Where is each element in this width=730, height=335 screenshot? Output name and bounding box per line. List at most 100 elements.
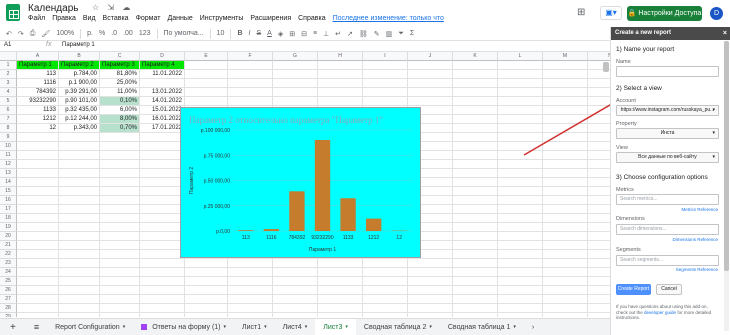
grid-cell[interactable]: 93232290 <box>17 97 59 106</box>
grid-cell[interactable]: 15.01.2022 <box>140 106 185 115</box>
grid-cell[interactable] <box>363 295 408 304</box>
grid-cell[interactable] <box>228 61 273 70</box>
grid-cell[interactable] <box>363 61 408 70</box>
column-header-i[interactable]: I <box>363 52 408 61</box>
row-header[interactable]: 7 <box>0 115 17 124</box>
grid-cell[interactable] <box>498 277 543 286</box>
grid-cell[interactable] <box>17 277 59 286</box>
currency-format-button[interactable]: р. <box>87 30 93 37</box>
grid-cell[interactable] <box>140 277 185 286</box>
row-header[interactable]: 5 <box>0 97 17 106</box>
column-header-j[interactable]: J <box>408 52 453 61</box>
grid-cell[interactable] <box>588 133 610 142</box>
grid-cell[interactable] <box>140 259 185 268</box>
grid-cell[interactable] <box>453 115 498 124</box>
grid-cell[interactable] <box>498 178 543 187</box>
grid-cell[interactable] <box>453 205 498 214</box>
grid-cell[interactable] <box>185 286 228 295</box>
grid-cell[interactable] <box>588 304 610 313</box>
grid-cell[interactable] <box>453 142 498 151</box>
grid-cell[interactable] <box>498 250 543 259</box>
column-header-f[interactable]: F <box>228 52 273 61</box>
grid-cell[interactable] <box>17 295 59 304</box>
grid-cell[interactable] <box>17 142 59 151</box>
grid-cell[interactable] <box>17 241 59 250</box>
grid-cell[interactable] <box>543 313 588 317</box>
grid-cell[interactable] <box>588 286 610 295</box>
document-title[interactable]: Календарь <box>28 3 78 14</box>
grid-cell[interactable] <box>100 160 140 169</box>
sheets-logo[interactable] <box>6 4 20 21</box>
row-header[interactable]: 22 <box>0 250 17 259</box>
tabs-next-button[interactable]: › <box>524 319 542 335</box>
increase-decimal-button[interactable]: .00 <box>123 30 133 37</box>
row-header[interactable]: 12 <box>0 160 17 169</box>
grid-cell[interactable] <box>408 70 453 79</box>
grid-cell[interactable] <box>453 241 498 250</box>
grid-cell[interactable] <box>498 205 543 214</box>
grid-cell[interactable] <box>543 142 588 151</box>
close-icon[interactable]: × <box>723 27 727 40</box>
grid-cell[interactable] <box>318 286 363 295</box>
grid-cell[interactable] <box>453 232 498 241</box>
row-header[interactable]: 14 <box>0 178 17 187</box>
grid-cell[interactable] <box>140 79 185 88</box>
select-all-corner[interactable] <box>0 52 17 61</box>
grid-cell[interactable] <box>498 232 543 241</box>
row-header[interactable]: 21 <box>0 241 17 250</box>
grid-cell[interactable] <box>498 223 543 232</box>
grid-cell[interactable] <box>453 259 498 268</box>
grid-cell[interactable] <box>100 295 140 304</box>
grid-cell[interactable] <box>408 304 453 313</box>
property-select[interactable]: Инста ▾ <box>616 128 719 139</box>
grid-cell[interactable] <box>318 70 363 79</box>
grid-cell[interactable] <box>498 268 543 277</box>
formula-input[interactable]: Параметр 1 <box>62 42 95 48</box>
grid-cell[interactable] <box>59 133 100 142</box>
grid-cell[interactable] <box>59 268 100 277</box>
grid-cell[interactable]: 8,00% <box>100 115 140 124</box>
grid-cell[interactable] <box>588 196 610 205</box>
row-header[interactable]: 4 <box>0 88 17 97</box>
header-cell[interactable]: Параметр 2 <box>59 61 100 70</box>
header-cell[interactable]: Параметр 1 <box>17 61 59 70</box>
row-header[interactable]: 10 <box>0 142 17 151</box>
grid-cell[interactable] <box>453 106 498 115</box>
row-header[interactable]: 26 <box>0 286 17 295</box>
grid-cell[interactable] <box>17 178 59 187</box>
grid-cell[interactable] <box>543 178 588 187</box>
grid-cell[interactable] <box>100 223 140 232</box>
grid-cell[interactable] <box>453 313 498 317</box>
grid-cell[interactable] <box>100 178 140 187</box>
grid-cell[interactable] <box>185 259 228 268</box>
grid-cell[interactable] <box>318 313 363 317</box>
grid-cell[interactable] <box>453 304 498 313</box>
account-select[interactable]: https://www.instagram.com/russkaya_pu...… <box>616 105 719 116</box>
row-header[interactable]: 1 <box>0 61 17 70</box>
grid-cell[interactable] <box>273 61 318 70</box>
grid-cell[interactable] <box>273 70 318 79</box>
grid-cell[interactable] <box>59 232 100 241</box>
grid-cell[interactable] <box>543 97 588 106</box>
grid-cell[interactable] <box>59 223 100 232</box>
menu-tools[interactable]: Инструменты <box>200 15 244 22</box>
grid-cell[interactable] <box>363 286 408 295</box>
grid-cell[interactable] <box>498 160 543 169</box>
grid-cell[interactable] <box>453 268 498 277</box>
grid-cell[interactable] <box>498 304 543 313</box>
all-sheets-button[interactable]: ≡ <box>26 319 47 335</box>
grid-cell[interactable] <box>59 286 100 295</box>
grid-cell[interactable] <box>408 286 453 295</box>
grid-cell[interactable] <box>100 286 140 295</box>
grid-cell[interactable] <box>588 88 610 97</box>
grid-cell[interactable] <box>588 178 610 187</box>
grid-cell[interactable] <box>100 196 140 205</box>
grid-cell[interactable] <box>185 277 228 286</box>
grid-cell[interactable] <box>140 304 185 313</box>
grid-cell[interactable] <box>543 223 588 232</box>
grid-cell[interactable] <box>318 88 363 97</box>
column-header-b[interactable]: B <box>59 52 100 61</box>
grid-cell[interactable] <box>363 70 408 79</box>
grid-cell[interactable]: 14.01.2022 <box>140 97 185 106</box>
grid-cell[interactable] <box>408 61 453 70</box>
